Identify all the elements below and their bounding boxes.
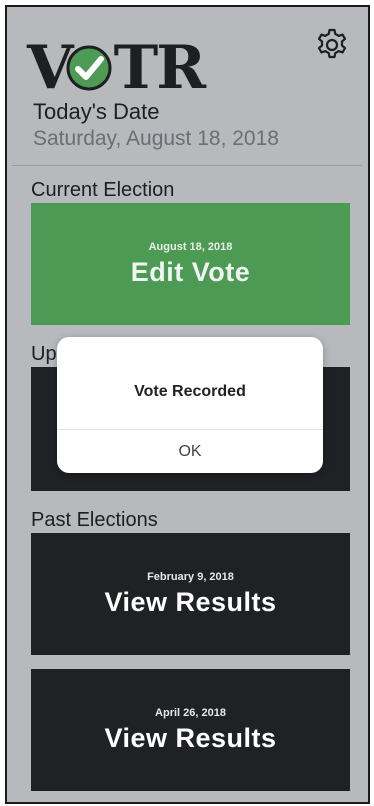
past-election-date: February 9, 2018 [147, 570, 234, 583]
vote-recorded-dialog: Vote Recorded OK [57, 337, 323, 473]
logo-letters-tr: TR [113, 33, 207, 103]
upcoming-elections-title: Up [31, 343, 57, 365]
past-election-card[interactable]: February 9, 2018 View Results [31, 533, 350, 655]
dialog-message: Vote Recorded [134, 383, 246, 400]
gear-icon[interactable] [314, 27, 350, 63]
phone-screen: V TR Today's Date Saturday, August 18, 2… [5, 5, 370, 804]
view-results-label: View Results [104, 722, 277, 753]
edit-vote-label: Edit Vote [130, 256, 251, 287]
todays-date-label: Today's Date [33, 99, 160, 124]
current-election-title: Current Election [31, 179, 175, 201]
header-divider [12, 165, 362, 166]
todays-date-value: Saturday, August 18, 2018 [33, 127, 279, 150]
ok-button[interactable]: OK [57, 430, 323, 473]
current-election-card[interactable]: August 18, 2018 Edit Vote [31, 203, 350, 325]
check-circle-icon [66, 45, 112, 91]
past-election-card[interactable]: April 26, 2018 View Results [31, 669, 350, 791]
past-elections-title: Past Elections [31, 509, 158, 531]
votr-logo: V TR [27, 33, 207, 103]
current-election-date: August 18, 2018 [148, 240, 233, 253]
view-results-label: View Results [104, 586, 277, 617]
past-election-date: April 26, 2018 [155, 706, 226, 719]
